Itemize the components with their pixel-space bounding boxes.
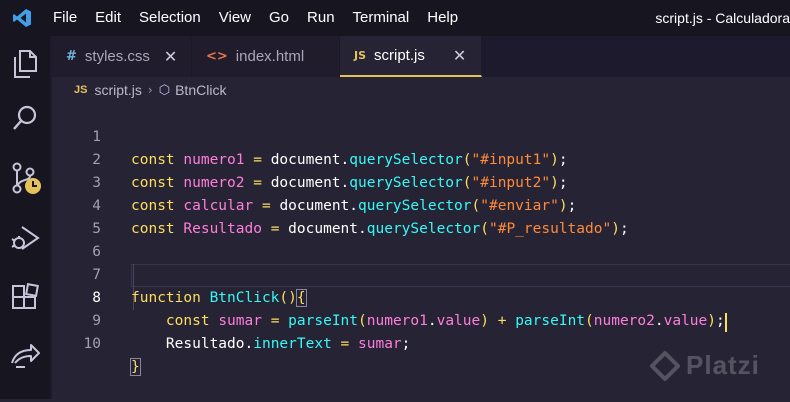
code-line: 6 xyxy=(52,218,790,260)
window-title: script.js - Calculadora xyxy=(655,10,790,26)
menu-bar: File Edit Selection View Go Run Terminal… xyxy=(44,0,467,36)
activity-bar xyxy=(0,36,50,399)
menu-go[interactable]: Go xyxy=(260,0,298,36)
menu-run[interactable]: Run xyxy=(298,0,344,36)
code-line: 1 const numero1 = document.querySelector… xyxy=(52,103,790,168)
tab-label: styles.css xyxy=(84,48,150,65)
menu-selection[interactable]: Selection xyxy=(130,0,210,36)
explorer-icon[interactable] xyxy=(0,40,50,88)
tab-script-js[interactable]: JS script.js ✕ xyxy=(340,36,482,77)
breadcrumb-symbol[interactable]: BtnClick xyxy=(175,82,226,98)
platzi-watermark: Platzi xyxy=(650,350,760,381)
menu-view[interactable]: View xyxy=(210,0,260,36)
code-line: 2 const numero2 = document.querySelector… xyxy=(52,126,790,191)
method-cube-icon: ⬡ xyxy=(158,82,171,98)
search-icon[interactable] xyxy=(0,94,50,142)
vscode-logo-icon[interactable] xyxy=(0,0,44,36)
chevron-right-icon: › xyxy=(147,83,153,97)
extensions-icon[interactable] xyxy=(0,274,50,322)
breadcrumb: JS script.js › ⬡ BtnClick xyxy=(52,77,790,103)
close-icon[interactable]: ✕ xyxy=(164,47,177,66)
close-icon[interactable]: ✕ xyxy=(453,46,466,65)
breadcrumb-file[interactable]: script.js xyxy=(94,82,141,98)
js-file-icon: JS xyxy=(74,84,88,96)
code-line: 7 function BtnClick(){ xyxy=(52,241,790,307)
code-editor[interactable]: 1 const numero1 = document.querySelector… xyxy=(52,103,790,399)
menu-edit[interactable]: Edit xyxy=(86,0,130,36)
tab-label: index.html xyxy=(235,48,305,65)
html-file-icon: <> xyxy=(206,49,228,64)
code-line: 4 const Resultado = document.querySelect… xyxy=(52,172,790,237)
code-line: 9 Resultado.innerText = sumar; xyxy=(52,287,790,352)
platzi-logo-icon xyxy=(650,350,680,381)
tab-label: script.js xyxy=(374,47,425,64)
code-line: 5 xyxy=(52,195,790,237)
menu-terminal[interactable]: Terminal xyxy=(344,0,419,36)
title-bar: File Edit Selection View Go Run Terminal… xyxy=(0,0,790,36)
code-line: 3 const calcular = document.querySelecto… xyxy=(52,149,790,214)
menu-help[interactable]: Help xyxy=(418,0,467,36)
tab-styles-css[interactable]: # styles.css ✕ xyxy=(52,36,192,77)
run-debug-icon[interactable] xyxy=(0,214,50,262)
line-number: 10 xyxy=(83,336,101,352)
editor-tabs: # styles.css ✕ <> index.html JS script.j… xyxy=(52,36,790,77)
remote-share-icon[interactable] xyxy=(0,332,50,380)
js-file-icon: JS xyxy=(354,49,367,62)
source-control-icon[interactable] xyxy=(0,154,50,202)
css-file-icon: # xyxy=(66,49,77,64)
code-line: 8 const sumar = parseInt(numero1.value) … xyxy=(52,264,790,332)
tab-index-html[interactable]: <> index.html xyxy=(192,36,340,77)
menu-file[interactable]: File xyxy=(44,0,86,36)
code-line: 10 } xyxy=(52,310,790,376)
